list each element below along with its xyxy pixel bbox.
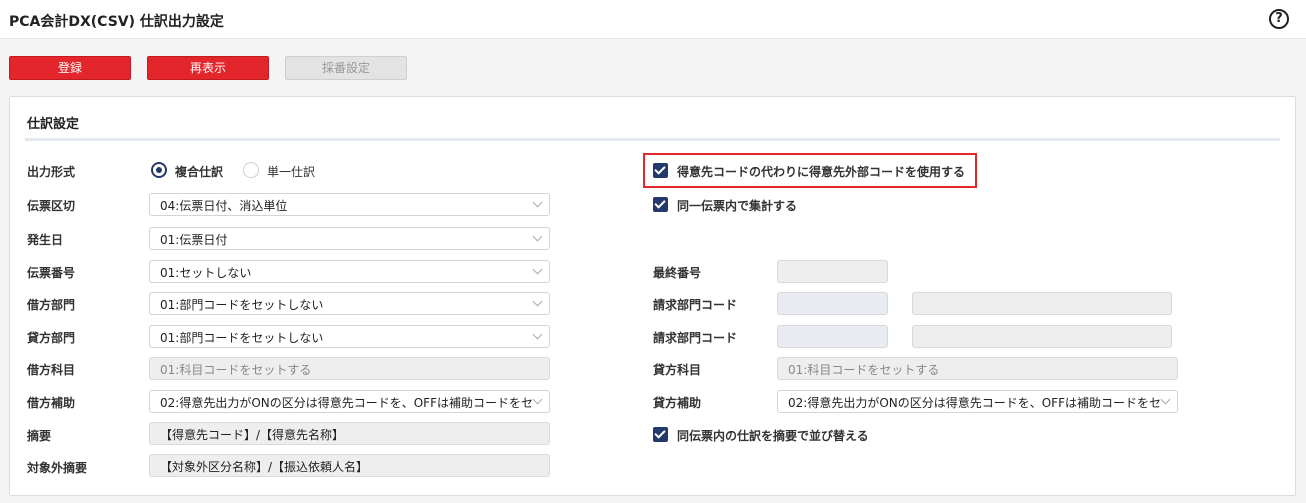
radio-single-journal[interactable]: [243, 162, 259, 178]
chevron-down-icon: [532, 296, 543, 307]
credit-sub-value: 02:得意先出力がONの区分は得意先コードを、OFFは補助コードをセ: [788, 396, 1161, 410]
summary-field: 【得意先コード】/【得意先名称】: [149, 422, 550, 445]
slip-division-select[interactable]: 04:伝票日付、消込単位: [149, 193, 550, 216]
credit-sub-select[interactable]: 02:得意先出力がONの区分は得意先コードを、OFFは補助コードをセ: [777, 390, 1178, 413]
debit-dept-select[interactable]: 01:部門コードをセットしない: [149, 292, 550, 315]
page-title: PCA会計DX(CSV) 仕訳出力設定: [9, 14, 224, 30]
output-format-label: 出力形式: [27, 165, 76, 179]
chevron-down-icon: [532, 231, 543, 242]
slip-division-label: 伝票区切: [27, 199, 76, 213]
refresh-button[interactable]: 再表示: [147, 56, 269, 80]
credit-dept-select[interactable]: 01:部門コードをセットしない: [149, 325, 550, 348]
slip-number-select[interactable]: 01:セットしない: [149, 260, 550, 283]
billing-dept-label-1: 請求部門コード: [653, 298, 738, 312]
debit-dept-value: 01:部門コードをセットしない: [160, 298, 324, 312]
billing-dept-code-field-1: [777, 292, 888, 315]
credit-account-label: 貸方科目: [653, 363, 702, 377]
slip-number-value: 01:セットしない: [160, 266, 252, 280]
billing-dept-code-field-2: [777, 325, 888, 348]
occurrence-date-value: 01:伝票日付: [160, 233, 228, 247]
credit-dept-label: 貸方部門: [27, 331, 76, 345]
billing-dept-label-2: 請求部門コード: [653, 331, 738, 345]
chevron-down-icon: [532, 197, 543, 208]
occurrence-date-label: 発生日: [27, 233, 64, 247]
use-external-code-checkbox[interactable]: [653, 163, 668, 178]
excluded-summary-label: 対象外摘要: [27, 461, 88, 475]
slip-number-label: 伝票番号: [27, 266, 76, 280]
chevron-down-icon: [532, 329, 543, 340]
debit-sub-select[interactable]: 02:得意先出力がONの区分は得意先コードを、OFFは補助コードをセ: [149, 390, 550, 413]
billing-dept-name-field-2: [912, 325, 1172, 348]
debit-account-field: 01:科目コードをセットする: [149, 357, 550, 380]
excluded-summary-field: 【対象外区分名称】/【振込依頼人名】: [149, 454, 550, 477]
radio-single-journal-label: 単一仕訳: [267, 165, 316, 179]
chevron-down-icon: [532, 264, 543, 275]
section-title: 仕訳設定: [27, 117, 80, 132]
title-bar: PCA会計DX(CSV) 仕訳出力設定 ?: [0, 0, 1306, 39]
chevron-down-icon: [532, 394, 543, 405]
credit-sub-label: 貸方補助: [653, 396, 702, 410]
debit-sub-label: 借方補助: [27, 396, 76, 410]
billing-dept-name-field-1: [912, 292, 1172, 315]
slip-division-value: 04:伝票日付、消込単位: [160, 199, 288, 213]
radio-compound-journal-label: 複合仕訳: [175, 165, 224, 179]
last-number-label: 最終番号: [653, 266, 702, 280]
sort-by-summary-label: 同伝票内の仕訳を摘要で並び替える: [677, 429, 869, 443]
occurrence-date-select[interactable]: 01:伝票日付: [149, 227, 550, 250]
last-number-field: [777, 260, 888, 283]
aggregate-in-slip-checkbox[interactable]: [653, 197, 668, 212]
chevron-down-icon: [1160, 394, 1171, 405]
register-button[interactable]: 登録: [9, 56, 131, 80]
help-icon[interactable]: ?: [1269, 9, 1289, 29]
credit-account-field: 01:科目コードをセットする: [777, 357, 1178, 380]
summary-label: 摘要: [27, 429, 52, 443]
aggregate-in-slip-label: 同一伝票内で集計する: [677, 199, 798, 213]
debit-account-label: 借方科目: [27, 363, 76, 377]
use-external-code-label: 得意先コードの代わりに得意先外部コードを使用する: [677, 165, 966, 179]
radio-compound-journal[interactable]: [151, 162, 167, 178]
debit-dept-label: 借方部門: [27, 298, 76, 312]
debit-sub-value: 02:得意先出力がONの区分は得意先コードを、OFFは補助コードをセ: [160, 396, 533, 410]
sort-by-summary-checkbox[interactable]: [653, 427, 668, 442]
numbering-settings-button: 採番設定: [285, 56, 407, 80]
section-divider: [25, 138, 1280, 141]
credit-dept-value: 01:部門コードをセットしない: [160, 331, 324, 345]
